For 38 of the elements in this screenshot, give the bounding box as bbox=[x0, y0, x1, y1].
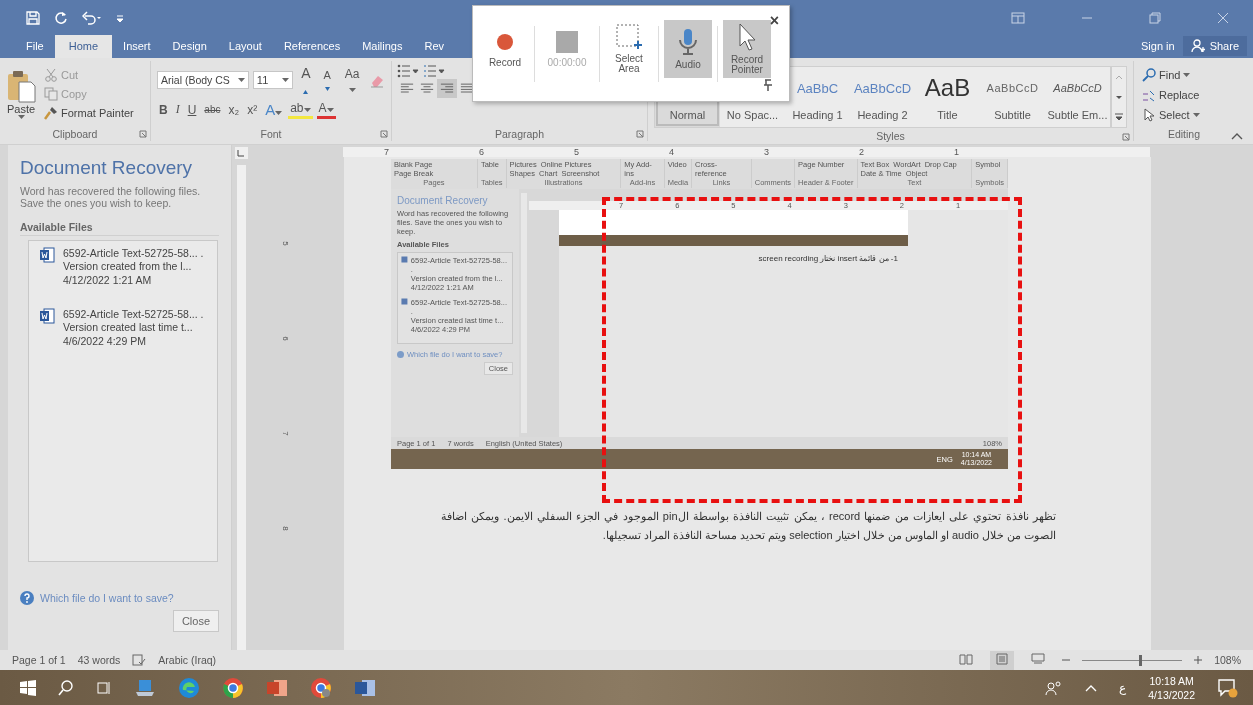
file-date: 4/12/2022 1:21 AM bbox=[63, 273, 153, 287]
pane-title: Document Recovery bbox=[397, 195, 489, 207]
document-paragraph: تظهر نافذة تحتوي على ايعازات من ضمنها record ، يمكن تثبيت النافذة بواسطة الpin الموجود في الجزء السفلي الايمن. ويمكن اضافة الصوت من خلال audio او الماوس من خلال اختيار selection ويتم تحديد مساحة النافذة المراد تسجيلها. bbox=[441, 509, 1056, 544]
file-version: Version created last time t... bbox=[63, 320, 194, 334]
style-name: Title bbox=[937, 109, 958, 121]
style-preview: AaBbCcD bbox=[1053, 81, 1102, 96]
document-text: 1- من قائمة insert نختار screen recording bbox=[757, 254, 898, 263]
style-preview: AaBbC bbox=[796, 79, 839, 98]
style-name: No Spac... bbox=[726, 109, 779, 121]
style-name: Heading 2 bbox=[857, 109, 908, 121]
group-label: Styles bbox=[876, 130, 905, 142]
style-name: Normal bbox=[669, 109, 706, 121]
section-heading: Available Files bbox=[20, 221, 219, 236]
group-label: Font bbox=[260, 128, 282, 140]
pane-title: Document Recovery bbox=[20, 157, 194, 179]
pane-description: Word has recovered the following files. Save the ones you wish to keep. bbox=[20, 185, 202, 209]
style-preview: AaB bbox=[924, 75, 971, 101]
style-preview: AaBbCcD bbox=[853, 79, 912, 98]
group-label: Clipboard bbox=[52, 128, 98, 140]
file-date: 4/6/2022 4:29 PM bbox=[63, 334, 147, 348]
ruler-number: 1 bbox=[954, 147, 960, 157]
group-label: Editing bbox=[1167, 128, 1201, 140]
ruler-number: 6 bbox=[279, 335, 289, 343]
ruler-number: 3 bbox=[764, 147, 770, 157]
style-name: Heading 1 bbox=[792, 109, 843, 121]
group-label: Paragraph bbox=[494, 128, 544, 140]
ruler-number: 7 bbox=[279, 430, 289, 438]
ruler-number: 6 bbox=[479, 147, 485, 157]
ruler-number: 8 bbox=[279, 525, 289, 533]
file-version: Version created from the l... bbox=[63, 259, 193, 273]
style-preview: AaBbCcD bbox=[986, 81, 1039, 96]
ruler-number: 5 bbox=[574, 147, 580, 157]
style-name: Subtle Em... bbox=[1047, 109, 1108, 121]
style-name: Subtitle bbox=[994, 109, 1031, 121]
ruler-number: 7 bbox=[384, 147, 390, 157]
ruler-number: 2 bbox=[859, 147, 865, 157]
ruler-number: 4 bbox=[669, 147, 675, 157]
ruler-number: 5 bbox=[279, 240, 289, 248]
